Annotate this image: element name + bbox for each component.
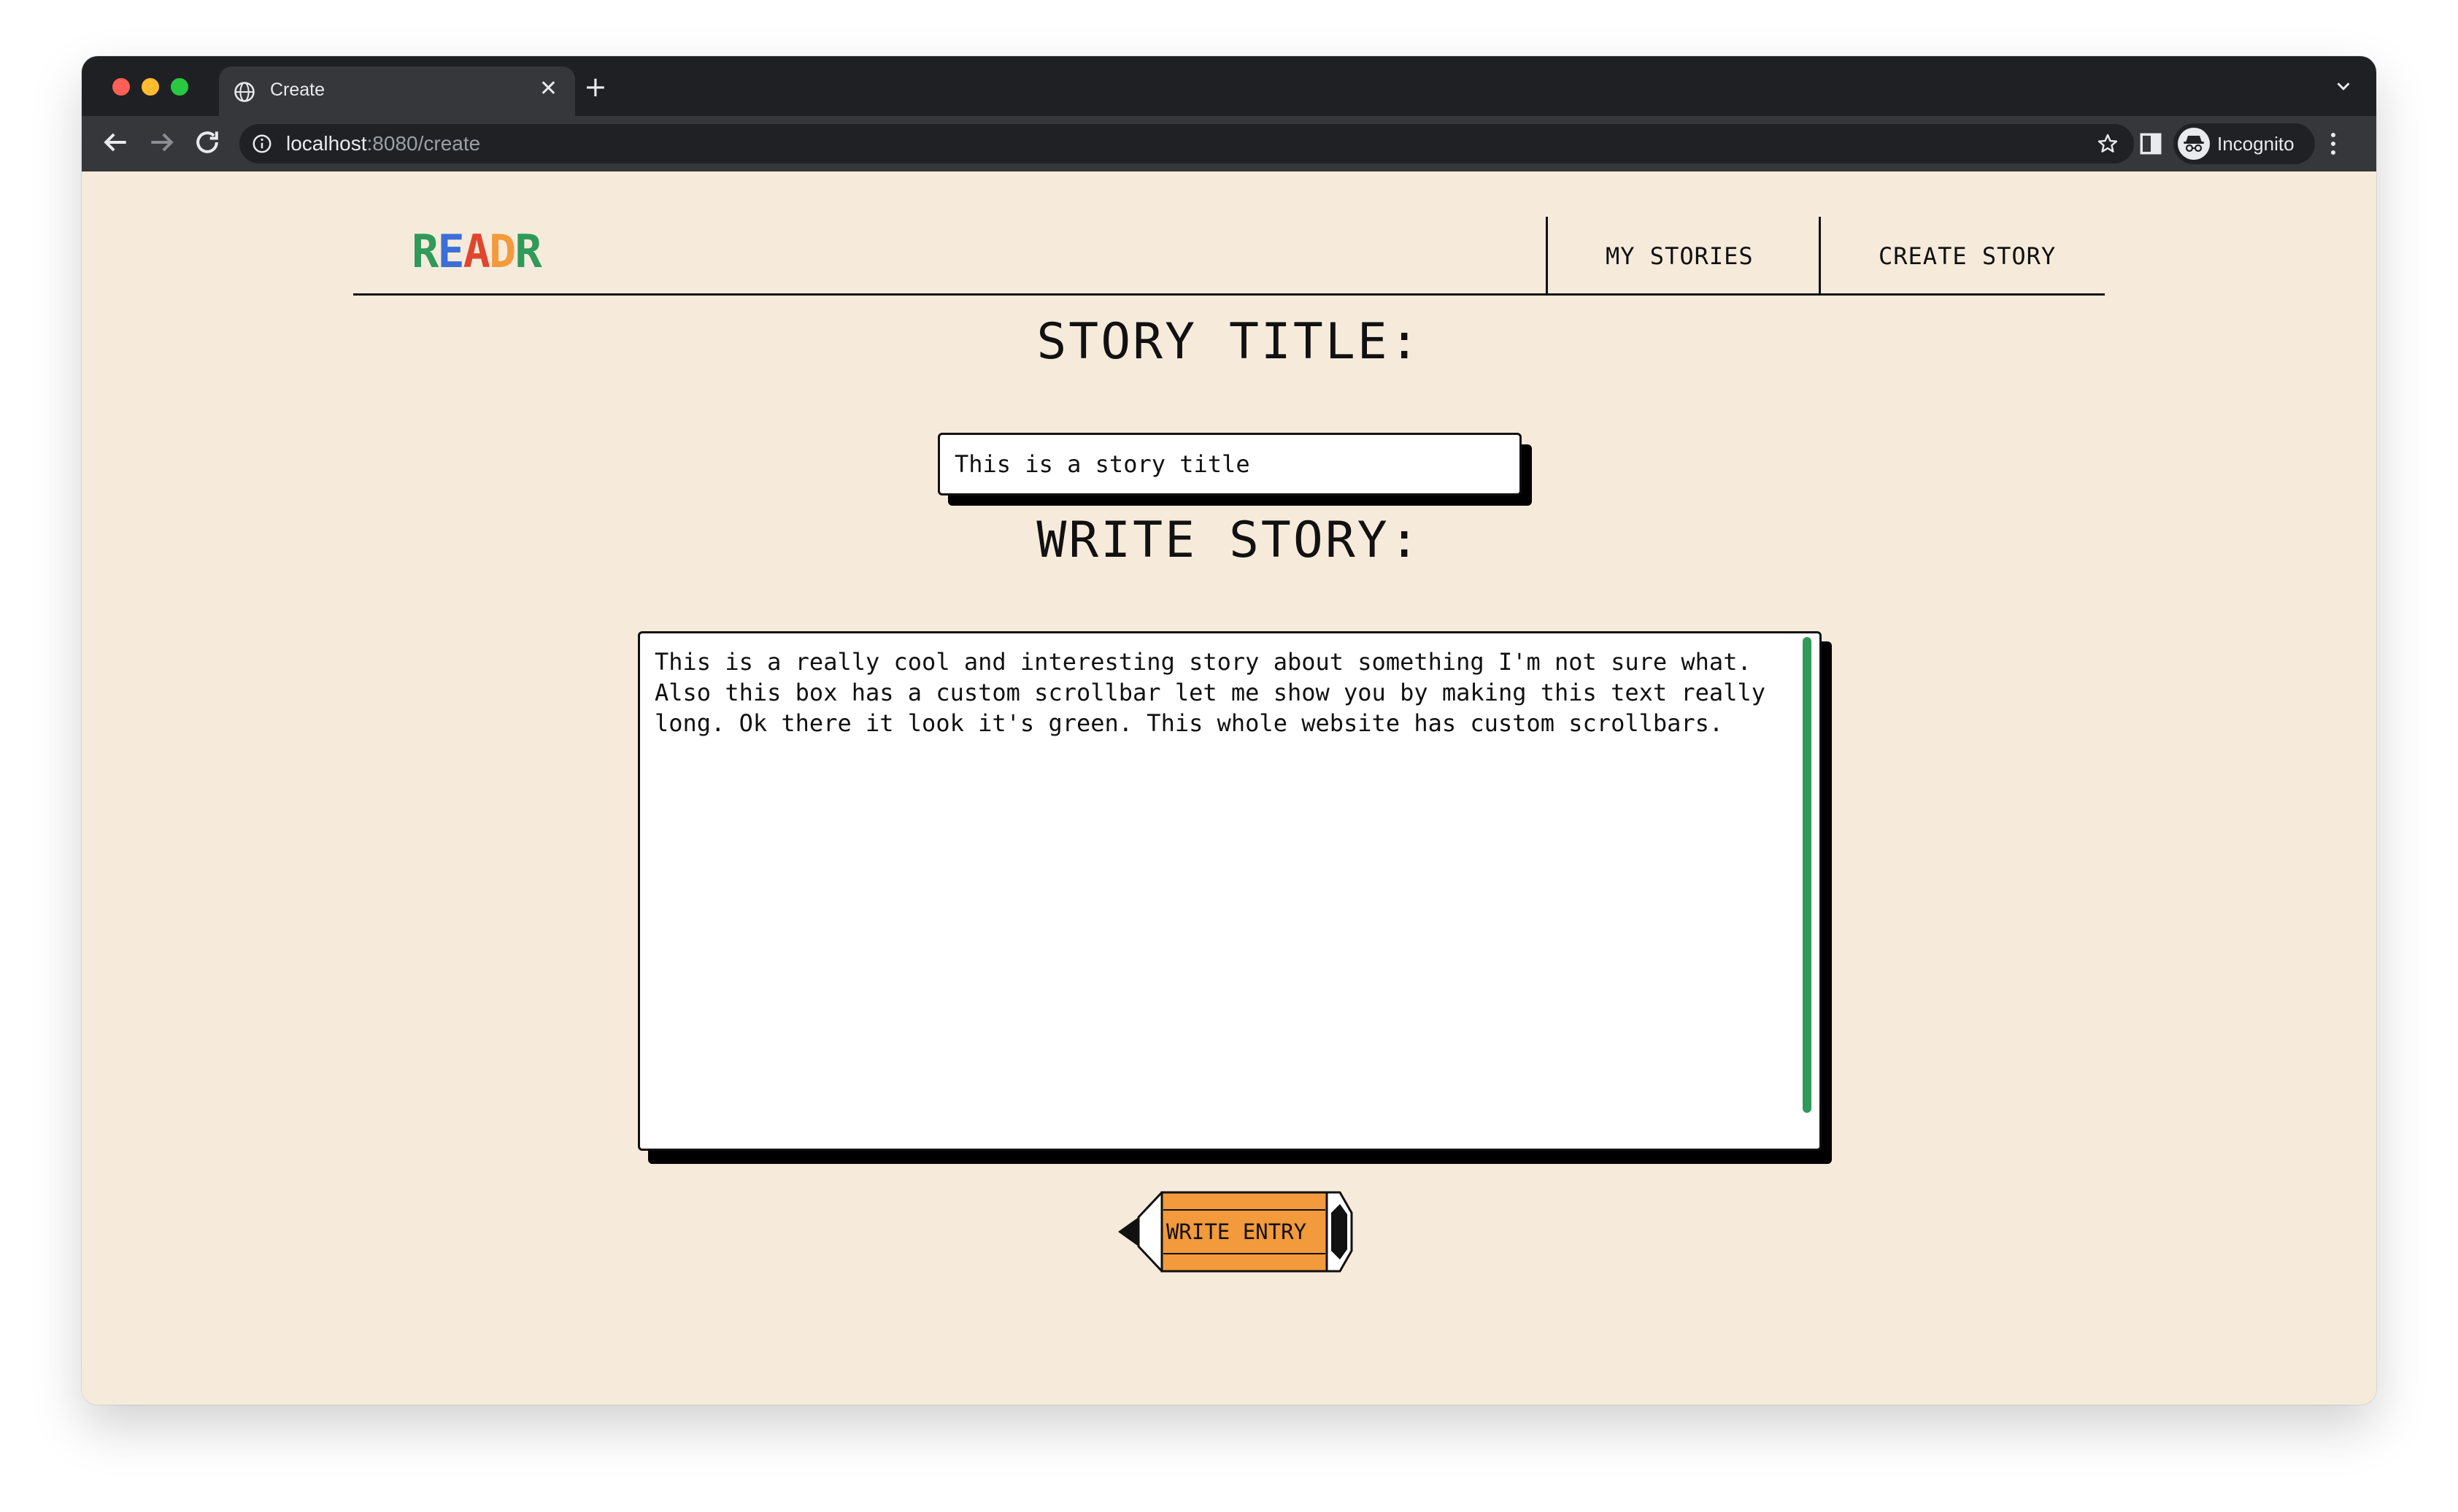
side-panel-icon[interactable] xyxy=(2138,131,2163,156)
story-textarea[interactable]: This is a really cool and interesting st… xyxy=(638,631,1822,1151)
logo-letter: E xyxy=(437,225,464,278)
globe-icon xyxy=(234,82,255,102)
tab-strip: Create ✕ + xyxy=(82,56,2376,116)
story-title-heading: STORY TITLE: xyxy=(1036,313,1422,371)
close-window-button[interactable] xyxy=(112,78,130,96)
back-arrow-icon[interactable] xyxy=(99,126,131,158)
active-tab[interactable]: Create ✕ xyxy=(219,66,575,116)
logo-letter: R xyxy=(515,225,542,278)
nav-link-create-story[interactable]: CREATE STORY xyxy=(1879,242,2056,271)
nav-divider xyxy=(1546,217,1548,294)
page-viewport: READR MY STORIES CREATE STORY STORY TITL… xyxy=(82,171,2376,1405)
more-menu-icon[interactable] xyxy=(2328,129,2338,158)
incognito-label: Incognito xyxy=(2217,133,2295,155)
write-entry-label: WRITE ENTRY xyxy=(1166,1219,1307,1244)
incognito-profile-button[interactable]: Incognito xyxy=(2173,123,2315,164)
maximize-window-button[interactable] xyxy=(171,78,188,96)
tab-title: Create xyxy=(270,80,325,100)
close-tab-icon[interactable]: ✕ xyxy=(539,77,558,101)
url-path: :8080/create xyxy=(366,132,481,155)
write-story-heading: WRITE STORY: xyxy=(1036,512,1422,569)
forward-arrow-icon[interactable] xyxy=(146,126,178,158)
incognito-icon xyxy=(2178,128,2210,160)
nav-divider xyxy=(1819,217,1821,294)
browser-window: Create ✕ + localhost:8080/create Incogni… xyxy=(82,56,2376,1405)
site-logo[interactable]: READR xyxy=(412,223,542,281)
reload-icon[interactable] xyxy=(191,126,223,158)
bookmark-star-icon[interactable] xyxy=(2096,132,2119,155)
address-bar[interactable]: localhost:8080/create xyxy=(239,124,2134,163)
logo-letter: A xyxy=(463,225,490,278)
info-icon[interactable] xyxy=(251,133,273,155)
story-textarea-wrapper: This is a really cool and interesting st… xyxy=(638,631,1832,1164)
url-text: localhost:8080/create xyxy=(286,132,480,155)
story-title-field-wrapper: This is a story title xyxy=(938,433,1532,506)
new-tab-button[interactable]: + xyxy=(584,72,607,101)
url-host: localhost xyxy=(286,132,367,155)
story-title-input[interactable]: This is a story title xyxy=(938,433,1522,495)
logo-letter: R xyxy=(412,225,439,278)
scrollbar-thumb[interactable] xyxy=(1803,637,1811,1113)
write-entry-button[interactable]: WRITE ENTRY xyxy=(1118,1191,1353,1273)
minimize-window-button[interactable] xyxy=(142,78,159,96)
nav-link-my-stories[interactable]: MY STORIES xyxy=(1606,242,1754,271)
chevron-down-icon[interactable] xyxy=(2332,75,2354,97)
header-rule xyxy=(353,293,2105,296)
logo-letter: D xyxy=(488,225,516,278)
